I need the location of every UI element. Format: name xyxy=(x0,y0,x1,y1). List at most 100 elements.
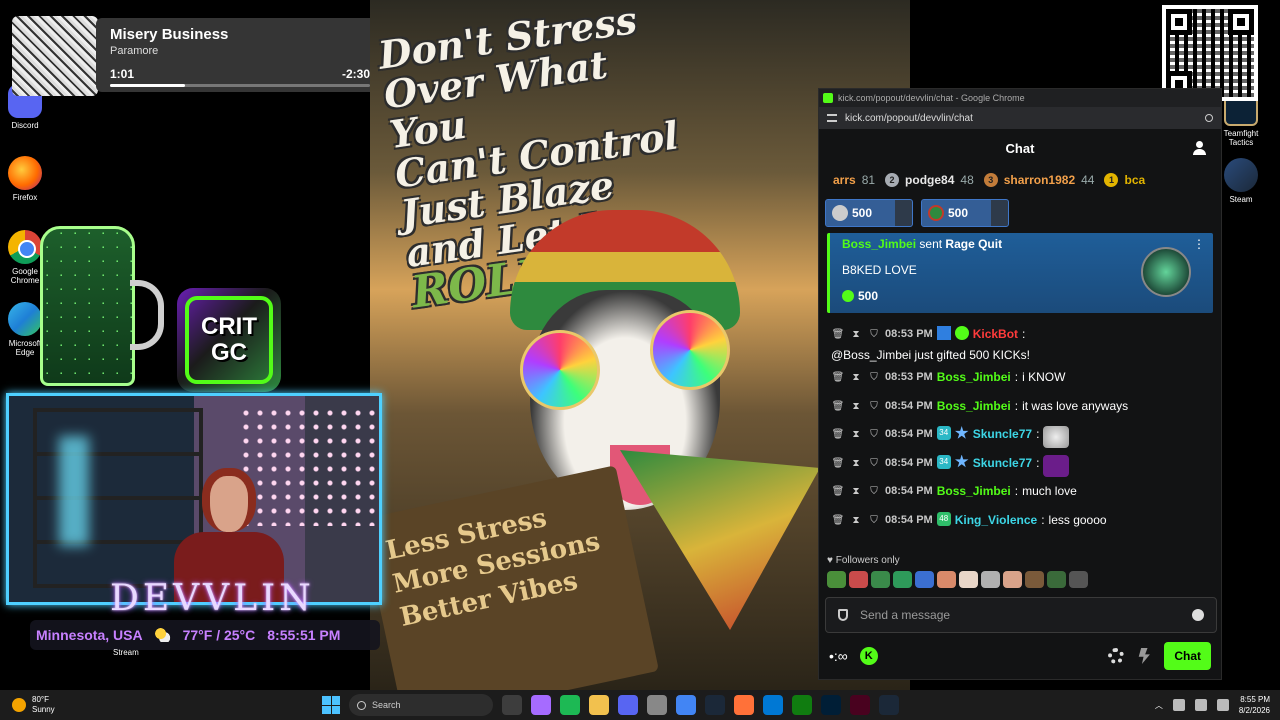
quick-emote[interactable] xyxy=(937,571,956,588)
leaderboard-user[interactable]: bca xyxy=(1124,173,1145,187)
message-username[interactable]: Skuncle77 xyxy=(973,426,1032,443)
taskbar-app-icon[interactable] xyxy=(676,695,696,715)
trash-icon[interactable]: 🗑 xyxy=(831,369,845,386)
message-time: 08:54 PM xyxy=(885,399,933,412)
timeout-icon[interactable]: ⧗ xyxy=(849,455,863,472)
message-placeholder[interactable]: Send a message xyxy=(860,608,950,622)
settings-icon[interactable] xyxy=(1108,648,1125,664)
message-username[interactable]: Boss_Jimbei xyxy=(937,483,1011,500)
quick-emote[interactable] xyxy=(893,571,912,588)
streamer-name: DEVVLIN xyxy=(110,578,315,619)
emote xyxy=(1043,454,1070,477)
timeout-icon[interactable]: ⧗ xyxy=(849,483,863,500)
quick-emote[interactable] xyxy=(915,571,934,588)
ban-shield-icon[interactable]: ⛉ xyxy=(867,512,881,529)
quick-emote[interactable] xyxy=(1069,571,1088,588)
trash-icon[interactable]: 🗑 xyxy=(831,455,845,472)
gift-sender[interactable]: Boss_Jimbei xyxy=(842,237,916,251)
more-options-icon[interactable]: ⋮ xyxy=(1193,237,1205,251)
quick-emote[interactable] xyxy=(1047,571,1066,588)
users-icon[interactable] xyxy=(1193,141,1207,155)
taskbar-app-icon[interactable] xyxy=(879,695,899,715)
quick-emote[interactable] xyxy=(959,571,978,588)
window-title: kick.com/popout/devvlin/chat - Google Ch… xyxy=(838,93,1025,103)
weather-widget[interactable]: 80°F Sunny xyxy=(0,695,55,715)
taskbar-app-icon[interactable] xyxy=(618,695,638,715)
message-username[interactable]: Boss_Jimbei xyxy=(937,398,1011,415)
colon: : xyxy=(1041,512,1045,527)
taskbar-app-icon[interactable] xyxy=(589,695,609,715)
taskbar-app-icon[interactable] xyxy=(647,695,667,715)
desktop-icon-label: Steam xyxy=(1229,195,1253,204)
site-info-icon[interactable] xyxy=(827,114,837,122)
message-username[interactable]: Boss_Jimbei xyxy=(937,369,1011,386)
trash-icon[interactable]: 🗑 xyxy=(831,326,845,343)
taskbar-app-icon[interactable] xyxy=(502,695,522,715)
infinity-icon[interactable]: •:∞ xyxy=(829,648,848,664)
window-titlebar[interactable]: kick.com/popout/devvlin/chat - Google Ch… xyxy=(819,89,1221,107)
zoom-icon[interactable] xyxy=(1205,114,1213,122)
ban-shield-icon[interactable]: ⛉ xyxy=(867,426,881,443)
kick-points-icon[interactable]: K xyxy=(859,647,878,665)
leaderboard-user[interactable]: podge84 xyxy=(905,173,954,187)
pinned-gift[interactable]: 500 xyxy=(921,199,1009,227)
quick-emote[interactable] xyxy=(871,571,890,588)
quick-emote[interactable] xyxy=(981,571,1000,588)
taskbar-app-icon[interactable] xyxy=(531,695,551,715)
message-username[interactable]: KickBot xyxy=(973,326,1018,343)
url-text[interactable]: kick.com/popout/devvlin/chat xyxy=(845,113,973,124)
ban-shield-icon[interactable]: ⛉ xyxy=(867,483,881,500)
leaderboard-user[interactable]: arrs xyxy=(833,173,856,187)
ban-shield-icon[interactable]: ⛉ xyxy=(867,369,881,386)
desktop-icon-firefox[interactable]: Firefox xyxy=(0,156,50,202)
taskbar-search[interactable]: Search xyxy=(349,694,493,716)
progress-bar xyxy=(110,84,370,87)
chevron-up-icon[interactable]: ︿ xyxy=(1155,700,1163,711)
pinned-gift[interactable]: 500 xyxy=(825,199,913,227)
taskbar-app-icon[interactable] xyxy=(821,695,841,715)
message-username[interactable]: King_Violence xyxy=(955,512,1037,529)
shield-icon xyxy=(838,609,848,621)
leaderboard-user[interactable]: sharron1982 xyxy=(1004,173,1075,187)
windows-start-icon[interactable] xyxy=(322,696,340,714)
power-ups-icon[interactable] xyxy=(1138,648,1150,664)
trash-icon[interactable]: 🗑 xyxy=(831,512,845,529)
ban-shield-icon[interactable]: ⛉ xyxy=(867,398,881,415)
taskbar-app-icon[interactable] xyxy=(734,695,754,715)
quick-emote[interactable] xyxy=(827,571,846,588)
taskbar-app-icon[interactable] xyxy=(850,695,870,715)
quick-emote[interactable] xyxy=(849,571,868,588)
taskbar-app-icon[interactable] xyxy=(792,695,812,715)
network-icon[interactable] xyxy=(1194,699,1207,711)
timeout-icon[interactable]: ⧗ xyxy=(849,398,863,415)
gift-amount: 500 xyxy=(858,289,879,303)
trash-icon[interactable]: 🗑 xyxy=(831,426,845,443)
taskbar-app-icon[interactable] xyxy=(560,695,580,715)
timeout-icon[interactable]: ⧗ xyxy=(849,512,863,529)
volume-icon[interactable] xyxy=(1216,699,1229,711)
message-username[interactable]: Skuncle77 xyxy=(973,455,1032,472)
timeout-icon[interactable]: ⧗ xyxy=(849,369,863,386)
send-chat-button[interactable]: Chat xyxy=(1164,642,1211,670)
address-bar[interactable]: kick.com/popout/devvlin/chat xyxy=(819,107,1221,129)
message-input[interactable]: Send a message xyxy=(825,597,1217,633)
chat-message: 🗑 ⧗ ⛉ 08:53 PM KickBot: @Boss_Jimbei just gif… xyxy=(831,321,1209,364)
timeout-icon[interactable]: ⧗ xyxy=(849,426,863,443)
taskbar-app-icon[interactable] xyxy=(705,695,725,715)
taskbar-clock[interactable]: 8:55 PM 8/2/2026 xyxy=(1239,694,1270,716)
location-bar: Minnesota, USA 77°F / 25°C 8:55:51 PM xyxy=(30,620,380,650)
search-icon xyxy=(357,700,366,710)
crit-gc-logo: CRIT GC xyxy=(177,288,281,392)
desktop-icon-steam[interactable]: Steam xyxy=(1216,158,1266,204)
trash-icon[interactable]: 🗑 xyxy=(831,398,845,415)
timeout-icon[interactable]: ⧗ xyxy=(849,326,863,343)
quick-emote[interactable] xyxy=(1025,571,1044,588)
trash-icon[interactable]: 🗑 xyxy=(831,483,845,500)
ban-shield-icon[interactable]: ⛉ xyxy=(867,455,881,472)
emoji-icon[interactable] xyxy=(1192,609,1204,621)
taskbar-condition: Sunny xyxy=(32,705,55,714)
ban-shield-icon[interactable]: ⛉ xyxy=(867,326,881,343)
microphone-icon[interactable] xyxy=(1172,699,1185,711)
taskbar-app-icon[interactable] xyxy=(763,695,783,715)
quick-emote[interactable] xyxy=(1003,571,1022,588)
